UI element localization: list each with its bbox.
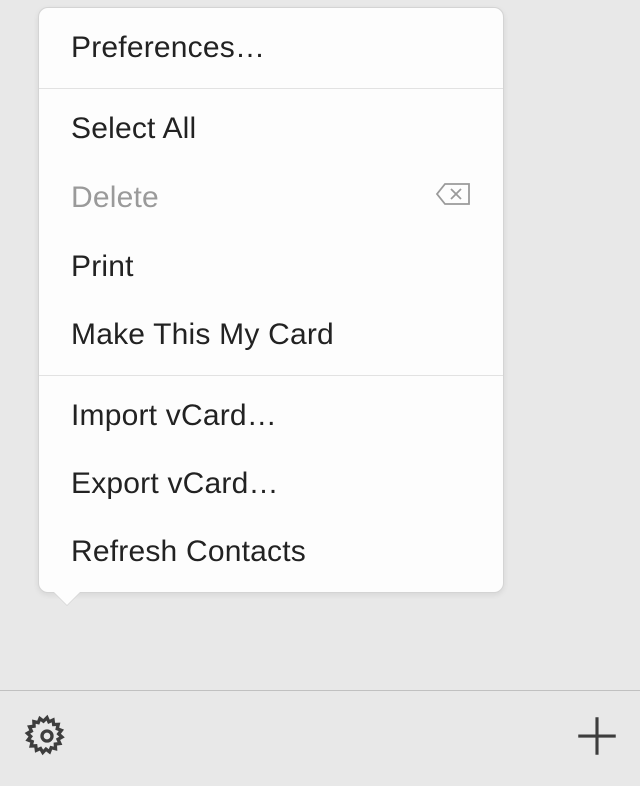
menu-item-label: Select All (71, 112, 196, 146)
menu-divider (39, 375, 503, 376)
menu-item-label: Delete (71, 181, 159, 215)
settings-popover: Preferences… Select All Delete Print Mak… (38, 7, 504, 593)
menu-item-label: Print (71, 250, 134, 284)
menu-item-print[interactable]: Print (39, 233, 503, 301)
menu-item-refresh-contacts[interactable]: Refresh Contacts (39, 518, 503, 586)
menu-item-preferences[interactable]: Preferences… (39, 14, 503, 82)
menu-item-delete: Delete (39, 163, 503, 233)
menu-item-make-my-card[interactable]: Make This My Card (39, 301, 503, 369)
delete-backspace-icon (435, 180, 473, 216)
menu-item-select-all[interactable]: Select All (39, 95, 503, 163)
popover-tail (53, 591, 81, 605)
menu-item-export-vcard[interactable]: Export vCard… (39, 450, 503, 518)
gear-icon[interactable] (22, 711, 72, 766)
menu-item-import-vcard[interactable]: Import vCard… (39, 382, 503, 450)
menu-item-label: Make This My Card (71, 318, 334, 352)
menu-item-label: Preferences… (71, 31, 265, 65)
menu-item-label: Refresh Contacts (71, 535, 306, 569)
menu-divider (39, 88, 503, 89)
plus-icon[interactable] (572, 711, 622, 766)
menu-item-label: Export vCard… (71, 467, 279, 501)
bottom-toolbar (0, 690, 640, 786)
menu-item-label: Import vCard… (71, 399, 277, 433)
